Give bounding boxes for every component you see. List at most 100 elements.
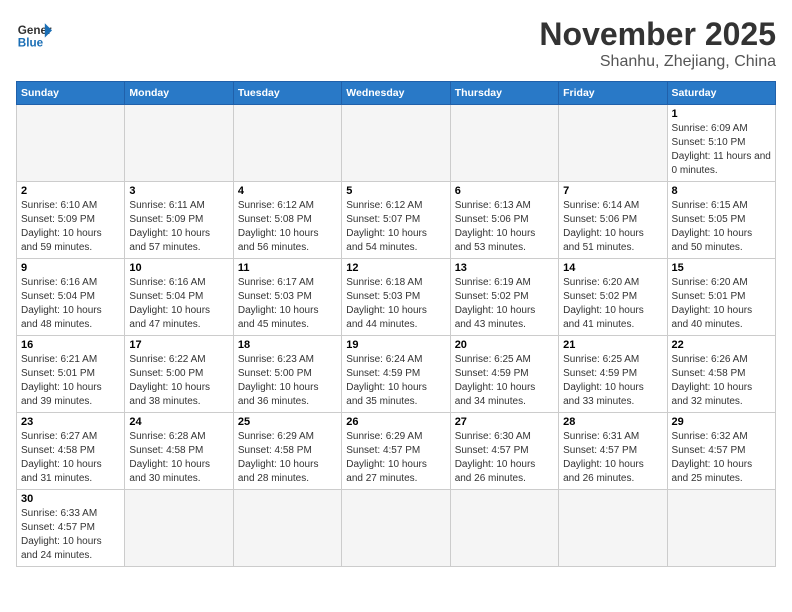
day-number: 26	[346, 416, 445, 428]
day-number: 30	[21, 493, 120, 505]
day-number: 10	[129, 262, 228, 274]
calendar-cell: 3 Sunrise: 6:11 AMSunset: 5:09 PMDaylight…	[125, 182, 233, 259]
day-number: 24	[129, 416, 228, 428]
weekday-header: Friday	[559, 82, 667, 105]
day-number: 7	[563, 185, 662, 197]
weekday-header: Monday	[125, 82, 233, 105]
calendar-cell	[125, 490, 233, 567]
calendar-cell: 27 Sunrise: 6:30 AMSunset: 4:57 PMDayligh…	[450, 413, 558, 490]
calendar-cell: 26 Sunrise: 6:29 AMSunset: 4:57 PMDayligh…	[342, 413, 450, 490]
calendar-cell: 12 Sunrise: 6:18 AMSunset: 5:03 PMDayligh…	[342, 259, 450, 336]
day-info: Sunrise: 6:30 AMSunset: 4:57 PMDaylight:…	[455, 430, 554, 486]
calendar-cell: 8Sunrise: 6:15 AMSunset: 5:05 PMDaylight…	[667, 182, 775, 259]
day-info: Sunrise: 6:20 AMSunset: 5:02 PMDaylight:…	[563, 276, 662, 332]
calendar-cell	[559, 490, 667, 567]
calendar-cell: 16 Sunrise: 6:21 AMSunset: 5:01 PMDayligh…	[17, 336, 125, 413]
calendar-cell	[667, 490, 775, 567]
calendar-cell: 1 Sunrise: 6:09 AMSunset: 5:10 PMDaylight…	[667, 105, 775, 182]
day-number: 18	[238, 339, 337, 351]
day-info: Sunrise: 6:12 AMSunset: 5:08 PMDaylight:…	[238, 199, 337, 255]
calendar-cell	[342, 490, 450, 567]
day-info: Sunrise: 6:33 AMSunset: 4:57 PMDaylight:…	[21, 507, 120, 563]
day-number: 15	[672, 262, 771, 274]
calendar-cell	[233, 490, 341, 567]
calendar-cell	[559, 105, 667, 182]
calendar-cell: 28 Sunrise: 6:31 AMSunset: 4:57 PMDayligh…	[559, 413, 667, 490]
day-number: 17	[129, 339, 228, 351]
weekday-header: Tuesday	[233, 82, 341, 105]
day-number: 14	[563, 262, 662, 274]
day-number: 27	[455, 416, 554, 428]
day-info: Sunrise: 6:17 AMSunset: 5:03 PMDaylight:…	[238, 276, 337, 332]
day-info: Sunrise: 6:18 AMSunset: 5:03 PMDaylight:…	[346, 276, 445, 332]
calendar-cell: 13 Sunrise: 6:19 AMSunset: 5:02 PMDayligh…	[450, 259, 558, 336]
day-info: Sunrise: 6:29 AMSunset: 4:57 PMDaylight:…	[346, 430, 445, 486]
calendar-cell: 6Sunrise: 6:13 AMSunset: 5:06 PMDaylight…	[450, 182, 558, 259]
day-number: 12	[346, 262, 445, 274]
calendar-cell	[450, 490, 558, 567]
calendar-title: November 2025	[539, 16, 776, 53]
calendar-cell: 25 Sunrise: 6:29 AMSunset: 4:58 PMDayligh…	[233, 413, 341, 490]
calendar-body: 1 Sunrise: 6:09 AMSunset: 5:10 PMDaylight…	[17, 105, 776, 567]
day-info: Sunrise: 6:21 AMSunset: 5:01 PMDaylight:…	[21, 353, 120, 409]
calendar-cell	[450, 105, 558, 182]
day-info: Sunrise: 6:28 AMSunset: 4:58 PMDaylight:…	[129, 430, 228, 486]
calendar-cell: 22Sunrise: 6:26 AMSunset: 4:58 PMDayligh…	[667, 336, 775, 413]
calendar-cell: 23 Sunrise: 6:27 AMSunset: 4:58 PMDayligh…	[17, 413, 125, 490]
logo: General Blue	[16, 16, 52, 52]
day-info: Sunrise: 6:10 AMSunset: 5:09 PMDaylight:…	[21, 199, 120, 255]
calendar-table: SundayMondayTuesdayWednesdayThursdayFrid…	[16, 81, 776, 567]
day-number: 1	[672, 108, 771, 120]
calendar-header: SundayMondayTuesdayWednesdayThursdayFrid…	[17, 82, 776, 105]
calendar-cell: 24 Sunrise: 6:28 AMSunset: 4:58 PMDayligh…	[125, 413, 233, 490]
title-block: November 2025 Shanhu, Zhejiang, China	[539, 16, 776, 71]
calendar-cell: 15 Sunrise: 6:20 AMSunset: 5:01 PMDayligh…	[667, 259, 775, 336]
weekday-header: Thursday	[450, 82, 558, 105]
day-info: Sunrise: 6:23 AMSunset: 5:00 PMDaylight:…	[238, 353, 337, 409]
calendar-cell	[342, 105, 450, 182]
calendar-cell	[125, 105, 233, 182]
day-info: Sunrise: 6:19 AMSunset: 5:02 PMDaylight:…	[455, 276, 554, 332]
day-number: 9	[21, 262, 120, 274]
day-number: 6	[455, 185, 554, 197]
day-number: 28	[563, 416, 662, 428]
calendar-cell: 7 Sunrise: 6:14 AMSunset: 5:06 PMDaylight…	[559, 182, 667, 259]
calendar-cell: 4 Sunrise: 6:12 AMSunset: 5:08 PMDaylight…	[233, 182, 341, 259]
calendar-cell: 10Sunrise: 6:16 AMSunset: 5:04 PMDayligh…	[125, 259, 233, 336]
weekday-header: Wednesday	[342, 82, 450, 105]
day-number: 20	[455, 339, 554, 351]
calendar-cell: 20 Sunrise: 6:25 AMSunset: 4:59 PMDayligh…	[450, 336, 558, 413]
calendar-cell: 29 Sunrise: 6:32 AMSunset: 4:57 PMDayligh…	[667, 413, 775, 490]
calendar-subtitle: Shanhu, Zhejiang, China	[539, 53, 776, 71]
day-info: Sunrise: 6:29 AMSunset: 4:58 PMDaylight:…	[238, 430, 337, 486]
day-info: Sunrise: 6:11 AMSunset: 5:09 PMDaylight:…	[129, 199, 228, 255]
day-number: 29	[672, 416, 771, 428]
day-info: Sunrise: 6:27 AMSunset: 4:58 PMDaylight:…	[21, 430, 120, 486]
day-number: 23	[21, 416, 120, 428]
weekday-header: Sunday	[17, 82, 125, 105]
day-info: Sunrise: 6:31 AMSunset: 4:57 PMDaylight:…	[563, 430, 662, 486]
day-info: Sunrise: 6:22 AMSunset: 5:00 PMDaylight:…	[129, 353, 228, 409]
day-info: Sunrise: 6:09 AMSunset: 5:10 PMDaylight:…	[672, 122, 771, 178]
day-number: 5	[346, 185, 445, 197]
calendar-cell: 18 Sunrise: 6:23 AMSunset: 5:00 PMDayligh…	[233, 336, 341, 413]
weekday-header: Saturday	[667, 82, 775, 105]
day-number: 3	[129, 185, 228, 197]
day-number: 25	[238, 416, 337, 428]
calendar-cell: 2Sunrise: 6:10 AMSunset: 5:09 PMDaylight…	[17, 182, 125, 259]
day-number: 8	[672, 185, 771, 197]
day-number: 11	[238, 262, 337, 274]
day-info: Sunrise: 6:25 AMSunset: 4:59 PMDaylight:…	[563, 353, 662, 409]
calendar-cell: 11 Sunrise: 6:17 AMSunset: 5:03 PMDayligh…	[233, 259, 341, 336]
day-info: Sunrise: 6:32 AMSunset: 4:57 PMDaylight:…	[672, 430, 771, 486]
day-number: 4	[238, 185, 337, 197]
day-info: Sunrise: 6:25 AMSunset: 4:59 PMDaylight:…	[455, 353, 554, 409]
calendar-cell: 9Sunrise: 6:16 AMSunset: 5:04 PMDaylight…	[17, 259, 125, 336]
day-info: Sunrise: 6:20 AMSunset: 5:01 PMDaylight:…	[672, 276, 771, 332]
page-header: General Blue November 2025 Shanhu, Zheji…	[16, 16, 776, 71]
day-number: 16	[21, 339, 120, 351]
day-number: 13	[455, 262, 554, 274]
calendar-cell: 19Sunrise: 6:24 AMSunset: 4:59 PMDayligh…	[342, 336, 450, 413]
calendar-cell: 14 Sunrise: 6:20 AMSunset: 5:02 PMDayligh…	[559, 259, 667, 336]
day-info: Sunrise: 6:14 AMSunset: 5:06 PMDaylight:…	[563, 199, 662, 255]
